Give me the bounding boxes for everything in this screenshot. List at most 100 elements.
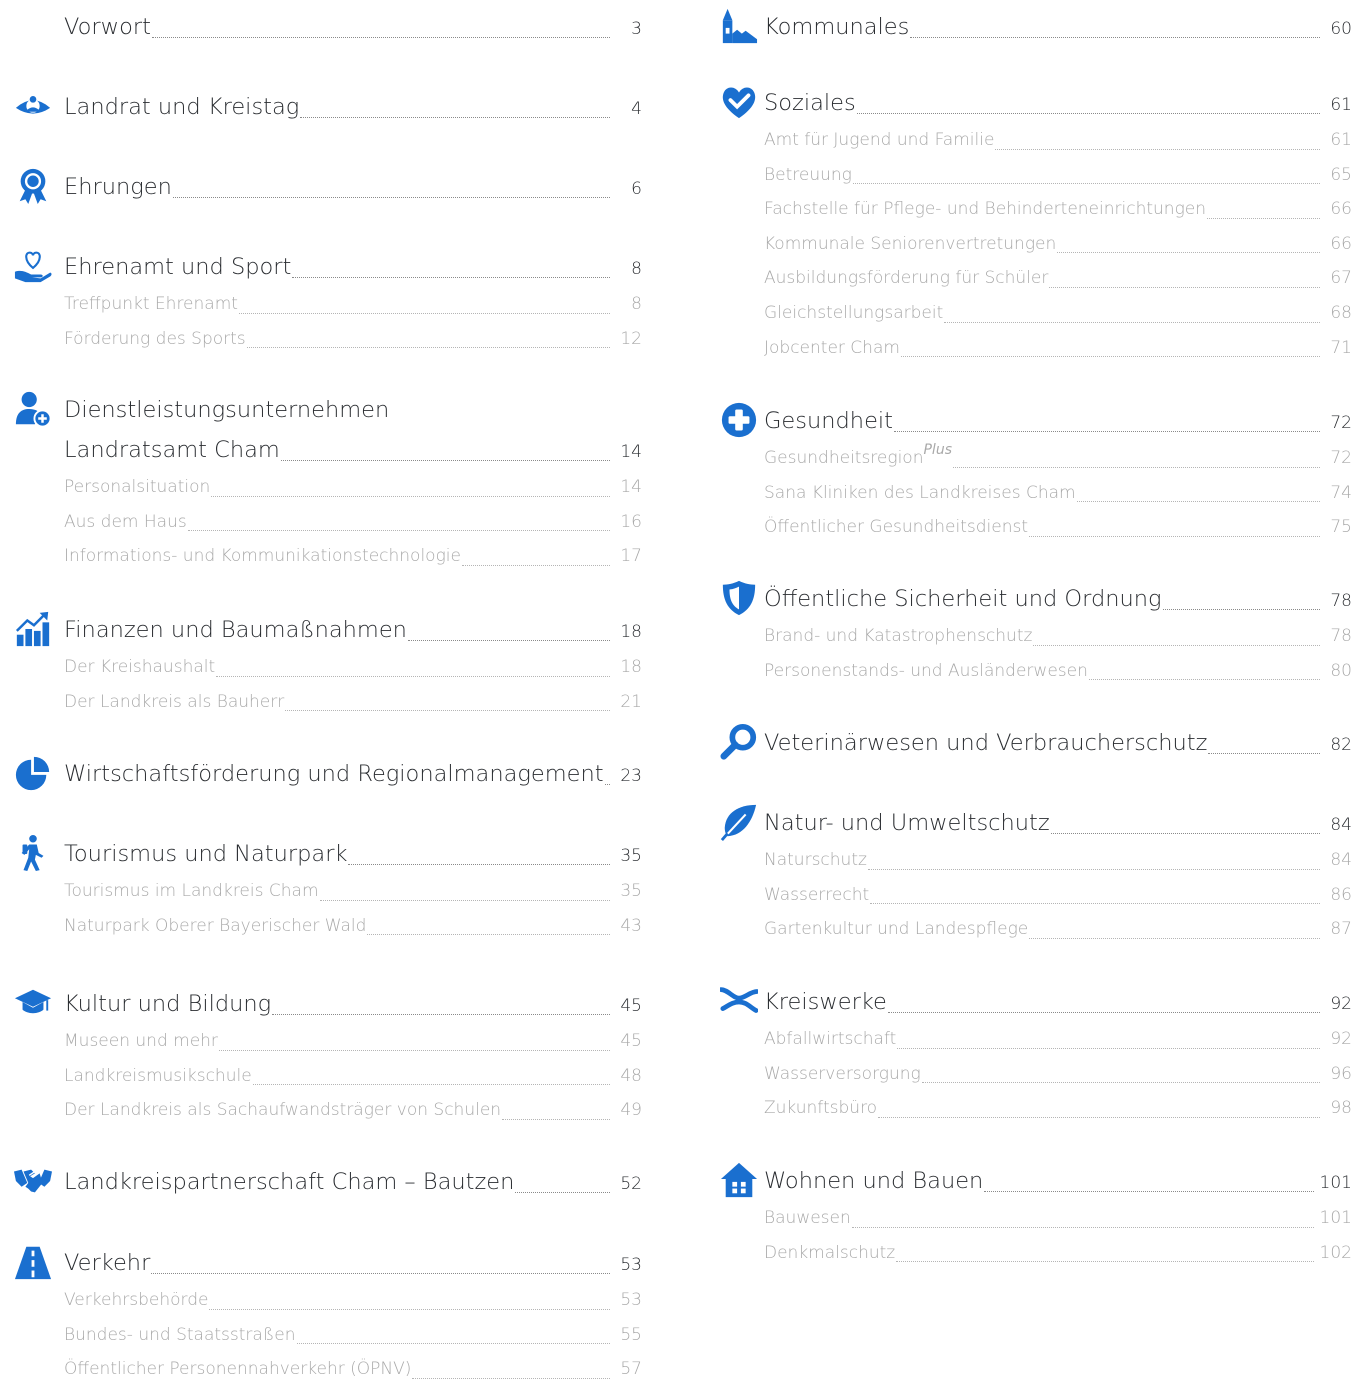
toc-sub-entry[interactable]: Öffentlicher Gesundheitsdienst 75 <box>700 510 1352 545</box>
entry-title: Wasserrecht <box>764 878 869 913</box>
toc-sub-entry[interactable]: GesundheitsregionPlus 72 <box>700 441 1352 476</box>
dot-leader <box>952 466 1320 468</box>
toc-sub-entry[interactable]: Förderung des Sports 12 <box>0 322 642 357</box>
medical-cross-icon <box>720 401 758 439</box>
toc-sub-entry[interactable]: Wasserrecht 86 <box>700 878 1352 913</box>
toc-sub-entry[interactable]: Bundes- und Staatsstraßen 55 <box>0 1318 642 1353</box>
toc-main-entry[interactable]: Öffentliche Sicherheit und Ordnung 78 <box>700 579 1352 619</box>
entry-title: Zukunftsbüro <box>764 1091 877 1126</box>
dot-leader <box>878 1116 1320 1118</box>
toc-main-entry[interactable]: Kultur und Bildung 45 <box>0 984 642 1024</box>
toc-main-entry[interactable]: Wohnen und Bauen 101 <box>700 1161 1352 1201</box>
toc-main-entry[interactable]: Kreiswerke 92 <box>700 982 1352 1022</box>
page-number: 45 <box>620 996 642 1016</box>
page-number: 78 <box>1330 626 1352 646</box>
page-number: 98 <box>1330 1098 1352 1119</box>
entry-title-text: Museen und mehr <box>64 1031 218 1051</box>
dot-leader <box>461 564 610 566</box>
toc-sub-entry[interactable]: Landkreismusikschule 48 <box>0 1059 642 1094</box>
toc-sub-entry[interactable]: Personalsituation 14 <box>0 470 642 505</box>
toc-sub-entry[interactable]: Fachstelle für Pflege- und Behindertenei… <box>700 192 1352 227</box>
toc-sub-entry[interactable]: Naturschutz 84 <box>700 843 1352 878</box>
dot-leader <box>292 276 610 278</box>
toc-main-entry[interactable]: Ehrenamt und Sport 8 <box>0 247 642 287</box>
toc-main-entry[interactable]: Ehrungen 6 <box>0 167 642 207</box>
toc-sub-entry[interactable]: Kommunale Seniorenvertretungen 66 <box>700 227 1352 262</box>
page-number: 57 <box>620 1359 642 1380</box>
toc-main-entry[interactable]: Tourismus und Naturpark 35 <box>0 834 642 874</box>
toc-main-entry[interactable]: Finanzen und Baumaßnahmen 18 <box>0 610 642 650</box>
toc-sub-entry[interactable]: Bauwesen 101 <box>700 1201 1352 1236</box>
bar-chart-icon <box>14 610 52 648</box>
toc-main-entry[interactable]: Landratsamt Cham 14 <box>0 430 642 470</box>
dot-leader <box>1162 608 1320 610</box>
toc-sub-entry[interactable]: Zukunftsbüro 98 <box>700 1091 1352 1126</box>
entry-title: Förderung des Sports <box>64 322 246 357</box>
toc-main-entry[interactable]: Wirtschaftsförderung und Regionalmanagem… <box>0 754 642 794</box>
toc-sub-entry[interactable]: Der Kreishaushalt 18 <box>0 650 642 685</box>
toc-main-entry[interactable]: Veterinärwesen und Verbraucherschutz 82 <box>700 723 1352 763</box>
toc-sub-entry[interactable]: Gleichstellungsarbeit 68 <box>700 296 1352 331</box>
leaf-icon <box>720 803 758 841</box>
toc-sub-entry[interactable]: Tourismus im Landkreis Cham 35 <box>0 874 642 909</box>
page-number: 61 <box>1330 130 1352 150</box>
toc-sub-entry[interactable]: Der Landkreis als Sachaufwandsträger von… <box>0 1093 642 1128</box>
toc-main-entry[interactable]: Landkreispartnerschaft Cham – Bautzen 52 <box>0 1162 642 1202</box>
toc-sub-entry[interactable]: Amt für Jugend und Familie 61 <box>700 123 1352 158</box>
toc-sub-entry[interactable]: Öffentlicher Personennahverkehr (ÖPNV) 57 <box>0 1352 642 1387</box>
toc-sub-entry[interactable]: Gartenkultur und Landespflege 87 <box>700 912 1352 947</box>
toc-sub-entry[interactable]: Museen und mehr 45 <box>0 1024 642 1059</box>
entry-title: Vorwort <box>64 14 151 40</box>
dot-leader <box>852 182 1320 185</box>
entry-title-text: Wasserversorgung <box>764 1063 921 1084</box>
page-number: 82 <box>1330 735 1352 755</box>
entry-title-text: Gesundheitsregion <box>764 448 924 468</box>
entry-title-text: Aus dem Haus <box>64 511 187 532</box>
page-number: 48 <box>620 1065 642 1086</box>
entry-title-text: Gartenkultur und Landespflege <box>764 919 1029 940</box>
entry-title-text: Gleichstellungsarbeit <box>764 302 944 323</box>
toc-sub-entry[interactable]: Verkehrsbehörde 53 <box>0 1283 642 1318</box>
page-number: 14 <box>620 442 642 462</box>
toc-sub-entry[interactable]: Personenstands- und Ausländerwesen 80 <box>700 654 1352 689</box>
toc-main-entry-line1[interactable]: Dienstleistungsunternehmen <box>0 390 642 430</box>
toc-sub-entry[interactable]: Jobcenter Cham 71 <box>700 331 1352 366</box>
toc-sub-entry[interactable]: Wasserversorgung 96 <box>700 1057 1352 1092</box>
toc-section-wirtschaftsforderung-und-regionalmanagement: Wirtschaftsförderung und Regionalmanagem… <box>0 754 642 794</box>
toc-sub-entry[interactable]: Brand- und Katastrophenschutz 78 <box>700 619 1352 654</box>
toc-section-finanzen-und-baumassnahmen: Finanzen und Baumaßnahmen 18 Der Kreishaus… <box>0 610 642 719</box>
toc-sub-entry[interactable]: Informations- und Kommunikationstechnolo… <box>0 539 642 574</box>
toc-main-entry[interactable]: Gesundheit 72 <box>700 401 1352 441</box>
toc-main-entry[interactable]: Soziales 61 <box>700 83 1352 123</box>
entry-title-text: Der Kreishaushalt <box>64 657 216 677</box>
entry-title: Öffentlicher Gesundheitsdienst <box>764 510 1028 545</box>
entry-title: Personalsituation <box>64 470 210 505</box>
entry-title: Sana Kliniken des Landkreises Cham <box>764 476 1076 511</box>
toc-sub-entry[interactable]: Denkmalschutz 102 <box>700 1236 1352 1271</box>
toc-sub-entry[interactable]: Betreuung 65 <box>700 158 1352 193</box>
page-number: 65 <box>1330 164 1352 185</box>
toc-sub-entry[interactable]: Ausbildungsförderung für Schüler 67 <box>700 261 1352 296</box>
toc-sub-entry[interactable]: Treffpunkt Ehrenamt 8 <box>0 287 642 322</box>
entry-title-text: Bundes- und Staatsstraßen <box>64 1324 296 1345</box>
toc-main-entry[interactable]: Verkehr 53 <box>0 1243 642 1283</box>
dot-leader <box>252 1083 610 1086</box>
toc-sub-entry[interactable]: Der Landkreis als Bauherr 21 <box>0 685 642 720</box>
heart-hand-icon <box>14 247 52 285</box>
toc-section-landratsamt-cham: Dienstleistungsunternehmen Landratsamt Ch… <box>0 390 642 574</box>
toc-main-entry[interactable]: Vorwort 3 <box>0 7 642 47</box>
entry-title: Tourismus im Landkreis Cham <box>64 874 319 909</box>
dot-leader <box>870 902 1320 905</box>
toc-main-entry[interactable]: Kommunales 60 <box>700 7 1352 47</box>
toc-main-entry[interactable]: Landrat und Kreistag 4 <box>0 87 642 127</box>
toc-sub-entry[interactable]: Naturpark Oberer Bayerischer Wald 43 <box>0 909 642 944</box>
entry-title-text: Jobcenter Cham <box>764 337 900 358</box>
dot-leader <box>151 36 610 38</box>
entry-title-text: Bauwesen <box>764 1208 851 1228</box>
toc-main-entry[interactable]: Natur- und Umweltschutz 84 <box>700 803 1352 843</box>
toc-sub-entry[interactable]: Aus dem Haus 16 <box>0 505 642 540</box>
page-number: 53 <box>620 1255 642 1275</box>
toc-sub-entry[interactable]: Abfallwirtschaft 92 <box>700 1022 1352 1057</box>
entry-title: Wasserversorgung <box>764 1057 921 1092</box>
toc-sub-entry[interactable]: Sana Kliniken des Landkreises Cham 74 <box>700 476 1352 511</box>
